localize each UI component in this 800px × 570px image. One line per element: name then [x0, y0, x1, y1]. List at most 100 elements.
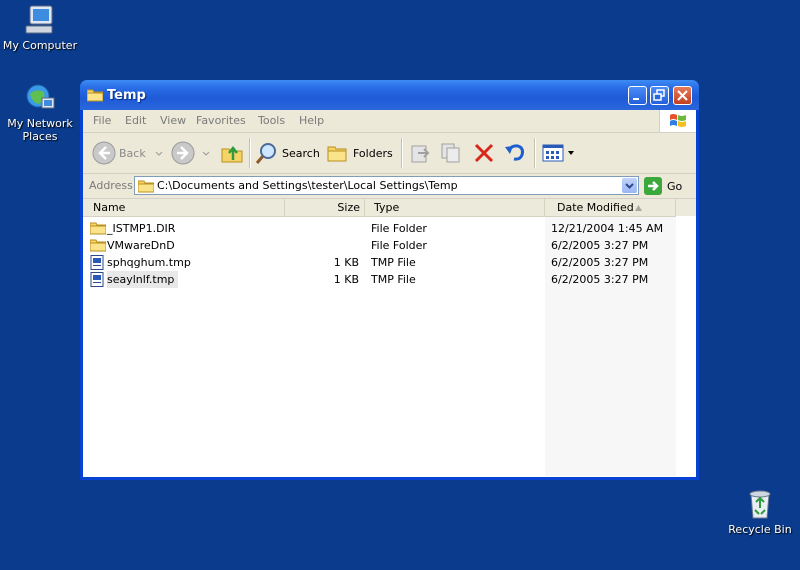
restore-icon	[653, 89, 665, 101]
column-header-size[interactable]: Size	[285, 199, 365, 216]
chevron-down-icon	[625, 183, 634, 189]
column-headers: Name Size Type Date Modified	[83, 199, 696, 217]
go-arrow-icon	[644, 177, 662, 195]
network-places-icon	[26, 84, 55, 109]
up-folder-button[interactable]	[220, 133, 244, 173]
column-header-date-modified[interactable]: Date Modified	[545, 199, 676, 216]
views-icon	[542, 144, 564, 162]
file-date: 6/2/2005 3:27 PM	[551, 273, 649, 286]
column-header-label: Date Modified	[557, 201, 634, 214]
search-button[interactable]: Search	[255, 133, 320, 173]
go-button[interactable]: Go	[644, 177, 682, 195]
menu-tools[interactable]: Tools	[258, 114, 285, 127]
delete-button[interactable]	[472, 133, 496, 173]
minimize-icon	[633, 98, 639, 100]
file-date: 6/2/2005 3:27 PM	[551, 239, 649, 252]
file-size	[285, 237, 359, 254]
desktop-icon-label: My Network	[7, 117, 73, 130]
file-name: sphqghum.tmp	[107, 256, 191, 269]
column-header-name[interactable]: Name	[83, 199, 285, 216]
windows-flag-icon	[670, 114, 686, 127]
undo-button[interactable]	[503, 133, 527, 173]
file-name: VMwareDnD	[107, 239, 175, 252]
my-computer-icon	[25, 5, 53, 34]
address-value: C:\Documents and Settings\tester\Local S…	[157, 179, 458, 192]
column-header-label: Name	[93, 201, 126, 214]
column-header-label: Size	[337, 201, 360, 214]
file-type: File Folder	[371, 222, 427, 235]
folders-button[interactable]: Folders	[326, 133, 393, 173]
window-title: Temp	[107, 88, 146, 103]
file-type: File Folder	[371, 239, 427, 252]
chevron-down-icon	[568, 151, 574, 155]
copy-to-button[interactable]	[439, 133, 463, 173]
close-button[interactable]	[673, 86, 692, 105]
file-row[interactable]: VMwareDnD File Folder 6/2/2005 3:27 PM	[83, 237, 696, 254]
toolbar: Back Search Folders	[83, 133, 696, 174]
forward-arrow-icon	[171, 141, 195, 165]
menu-help[interactable]: Help	[299, 114, 324, 127]
menu-bar: File Edit View Favorites Tools Help	[83, 110, 696, 133]
title-bar[interactable]: Temp	[80, 80, 699, 110]
move-to-icon	[411, 145, 430, 163]
toolbar-separator	[534, 138, 536, 168]
go-label: Go	[667, 179, 683, 193]
desktop-icon-recycle-bin[interactable]: Recycle Bin	[720, 488, 800, 536]
folder-icon	[90, 222, 106, 235]
copy-to-icon	[441, 143, 460, 163]
file-date: 6/2/2005 3:27 PM	[551, 256, 649, 269]
list-right-gutter	[676, 216, 696, 477]
folders-label: Folders	[353, 146, 393, 160]
column-header-type[interactable]: Type	[365, 199, 545, 216]
close-icon	[677, 90, 688, 101]
restore-button[interactable]	[650, 86, 669, 105]
menu-file[interactable]: File	[93, 114, 111, 127]
folders-icon	[327, 146, 347, 162]
delete-x-icon	[474, 143, 494, 163]
menu-edit[interactable]: Edit	[125, 114, 146, 127]
address-dropdown-button[interactable]	[622, 178, 637, 193]
back-button[interactable]: Back	[92, 133, 164, 173]
file-type: TMP File	[371, 256, 416, 269]
desktop-icon-my-computer[interactable]: My Computer	[0, 4, 80, 52]
tmp-file-icon	[90, 272, 104, 287]
file-type: TMP File	[371, 273, 416, 286]
window-client-area: File Edit View Favorites Tools Help Back…	[83, 110, 696, 477]
forward-button[interactable]	[171, 133, 211, 173]
up-folder-icon	[221, 145, 243, 163]
desktop-icon-my-network-places[interactable]: My Network Places	[0, 82, 80, 143]
file-size: 1 KB	[333, 256, 359, 269]
windows-logo	[659, 110, 696, 132]
desktop-icon-label: My Computer	[2, 39, 78, 52]
tmp-file-icon	[90, 255, 104, 270]
file-row[interactable]: sphqghum.tmp 1 KB TMP File 6/2/2005 3:27…	[83, 254, 696, 271]
folder-icon	[90, 239, 106, 252]
desktop-icon-label: Places	[22, 130, 58, 143]
search-icon	[255, 143, 276, 164]
file-row[interactable]: seaylnlf.tmp 1 KB TMP File 6/2/2005 3:27…	[83, 271, 696, 288]
views-button[interactable]	[541, 133, 575, 173]
file-size	[285, 220, 359, 237]
move-to-button[interactable]	[408, 133, 432, 173]
back-arrow-icon	[92, 141, 116, 165]
address-input[interactable]: C:\Documents and Settings\tester\Local S…	[134, 176, 639, 195]
explorer-window: Temp File Edit View Favorites Tools Help	[80, 80, 699, 480]
file-list: Name Size Type Date Modified _ISTMP1.DIR…	[83, 199, 696, 477]
search-label: Search	[282, 146, 320, 160]
minimize-button[interactable]	[628, 86, 647, 105]
desktop-icon-label: Recycle Bin	[728, 523, 792, 536]
toolbar-separator	[401, 138, 403, 168]
chevron-down-icon	[202, 151, 210, 156]
sort-ascending-icon	[635, 205, 642, 211]
recycle-bin-icon	[749, 490, 771, 519]
file-row[interactable]: _ISTMP1.DIR File Folder 12/21/2004 1:45 …	[83, 220, 696, 237]
address-bar: Address C:\Documents and Settings\tester…	[83, 174, 696, 199]
menu-favorites[interactable]: Favorites	[196, 114, 246, 127]
chevron-down-icon	[155, 151, 163, 156]
address-label: Address	[89, 179, 133, 192]
folder-icon	[87, 89, 103, 102]
undo-icon	[505, 144, 524, 161]
menu-view[interactable]: View	[160, 114, 186, 127]
toolbar-separator	[249, 138, 251, 168]
back-label: Back	[119, 146, 146, 160]
